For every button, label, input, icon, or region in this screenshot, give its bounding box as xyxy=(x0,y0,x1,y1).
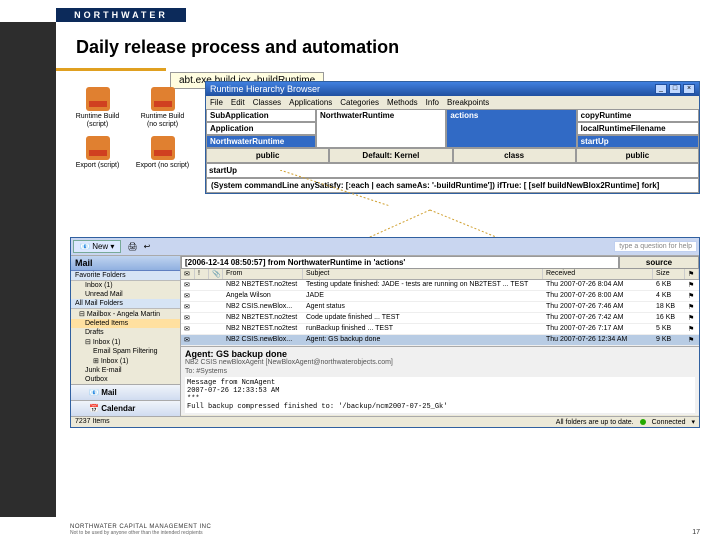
preview-body: Message from NcmAgent 2007-07-26 12:33:5… xyxy=(185,377,695,413)
folder-spam[interactable]: Email Spam Filtering xyxy=(71,347,180,356)
menu-edit[interactable]: Edit xyxy=(231,98,245,107)
footer-disclaimer: Not to be used by anyone other than the … xyxy=(70,530,211,536)
mailbox-root[interactable]: ⊟ Mailbox - Angela Martin xyxy=(71,309,180,319)
scope-public[interactable]: public xyxy=(206,148,329,163)
footer: NORTHWATER CAPITAL MANAGEMENT INC Not to… xyxy=(70,524,700,536)
status-bar: 7237 Items All folders are up to date. C… xyxy=(71,416,699,427)
col-icon[interactable]: ✉ xyxy=(181,269,195,279)
preview-from: NB2 CSIS newBloxAgent [NewBloxAgent@nort… xyxy=(185,359,695,366)
all-mail-header: All Mail Folders xyxy=(71,299,180,309)
nav-mail-button[interactable]: 📧 Mail xyxy=(71,384,180,400)
new-button[interactable]: 📧 New ▾ xyxy=(73,240,121,253)
code-content[interactable]: (System commandLine anySatisfy: [:each |… xyxy=(206,178,699,193)
icon-export-script[interactable]: Export (script) xyxy=(70,136,125,170)
menu-breakpoints[interactable]: Breakpoints xyxy=(447,98,489,107)
connection-icon xyxy=(640,419,646,425)
col-flag[interactable]: ⚑ xyxy=(685,269,699,279)
scope-default[interactable]: Default: Kernel xyxy=(329,148,452,163)
title-band: Daily release process and automation xyxy=(56,22,720,72)
help-search[interactable]: type a question for help xyxy=(614,241,697,252)
app-icon xyxy=(151,136,175,160)
subapp-item[interactable]: Application xyxy=(206,122,316,135)
dark-sidebar xyxy=(0,22,56,517)
category-col-selected[interactable]: actions xyxy=(446,109,576,148)
col-size[interactable]: Size xyxy=(653,269,685,279)
icon-runtime-build-noscript[interactable]: Runtime Build (no script) xyxy=(135,87,190,128)
brand-header: NORTHWATER xyxy=(56,8,186,22)
scope-class[interactable]: class xyxy=(453,148,576,163)
close-icon[interactable]: × xyxy=(683,84,695,94)
app-icon xyxy=(86,136,110,160)
app-icon xyxy=(86,87,110,111)
message-row[interactable]: ✉Angela WilsonJADEThu 2007-07-26 8:00 AM… xyxy=(181,291,699,302)
preview-to: To: #Systems xyxy=(185,368,695,375)
message-row[interactable]: ✉NB2 CSIS.newBlox...Agent statusThu 2007… xyxy=(181,302,699,313)
slide-title: Daily release process and automation xyxy=(76,37,399,58)
outlook-toolbar: 📧 New ▾ 🖨 ↩ type a question for help xyxy=(71,238,699,256)
icon-runtime-build-script[interactable]: Runtime Build (script) xyxy=(70,87,125,128)
message-row[interactable]: ✉NB2 NB2TEST.no2testTesting update finis… xyxy=(181,280,699,291)
col-attach[interactable]: 📎 xyxy=(209,269,223,279)
method-item-selected[interactable]: startUp xyxy=(577,135,699,148)
message-row[interactable]: ✉NB2 CSIS.newBlox...Agent: GS backup don… xyxy=(181,335,699,346)
page-number: 17 xyxy=(692,529,700,536)
item-count: 7237 Items xyxy=(75,418,110,426)
message-row[interactable]: ✉NB2 NB2TEST.no2testrunBackup finished .… xyxy=(181,324,699,335)
source-path: [2006-12-14 08:50:57] from NorthwaterRun… xyxy=(181,256,619,269)
preview-pane: Agent: GS backup done NB2 CSIS newBloxAg… xyxy=(181,346,699,415)
folder-drafts[interactable]: Drafts xyxy=(71,328,180,337)
folder-outbox[interactable]: Outbox xyxy=(71,375,180,384)
hierarchy-browser-window: Runtime Hierarchy Browser _ □ × File Edi… xyxy=(205,81,700,194)
reply-icon[interactable]: ↩ xyxy=(144,242,151,251)
subapp-item-selected[interactable]: NorthwaterRuntime xyxy=(206,135,316,148)
icon-export-noscript[interactable]: Export (no script) xyxy=(135,136,190,170)
window-titlebar[interactable]: Runtime Hierarchy Browser _ □ × xyxy=(206,82,699,96)
message-list: [2006-12-14 08:50:57] from NorthwaterRun… xyxy=(181,256,699,416)
method-item[interactable]: copyRuntime xyxy=(577,109,699,122)
favorite-folders-header: Favorite Folders xyxy=(71,271,180,281)
menu-file[interactable]: File xyxy=(210,98,223,107)
fav-inbox[interactable]: Inbox (1) xyxy=(71,281,180,290)
method-item[interactable]: localRuntimeFilename xyxy=(577,122,699,135)
menu-applications[interactable]: Applications xyxy=(289,98,332,107)
column-headers: ✉ ! 📎 From Subject Received Size ⚑ xyxy=(181,269,699,280)
chevron-down-icon[interactable]: ▾ xyxy=(691,418,695,426)
accent-line xyxy=(56,68,166,71)
sync-status: All folders are up to date. xyxy=(556,419,634,426)
menu-methods[interactable]: Methods xyxy=(387,98,418,107)
class-col[interactable]: NorthwaterRuntime xyxy=(316,109,446,148)
folder-deleted[interactable]: Deleted Items xyxy=(71,319,180,328)
folder-inbox[interactable]: ⊟ Inbox (1) xyxy=(71,337,180,347)
outlook-window: 📧 New ▾ 🖨 ↩ type a question for help Mai… xyxy=(70,237,700,428)
menu-classes[interactable]: Classes xyxy=(253,98,281,107)
desktop-icons: Runtime Build (script) Runtime Build (no… xyxy=(70,87,200,178)
scope-public2[interactable]: public xyxy=(576,148,699,163)
mail-header: Mail xyxy=(71,256,180,271)
print-icon[interactable]: 🖨 xyxy=(127,242,137,251)
maximize-icon[interactable]: □ xyxy=(669,84,681,94)
app-icon xyxy=(151,87,175,111)
message-row[interactable]: ✉NB2 NB2TEST.no2testCode update finished… xyxy=(181,313,699,324)
fav-unread[interactable]: Unread Mail xyxy=(71,290,180,299)
col-received[interactable]: Received xyxy=(543,269,653,279)
menu-info[interactable]: Info xyxy=(426,98,439,107)
window-title: Runtime Hierarchy Browser xyxy=(210,84,320,94)
nav-calendar-button[interactable]: 📅 Calendar xyxy=(71,400,180,416)
method-name: startUp xyxy=(206,163,699,178)
minimize-icon[interactable]: _ xyxy=(655,84,667,94)
source-label: source xyxy=(619,256,699,269)
col-subject[interactable]: Subject xyxy=(303,269,543,279)
col-from[interactable]: From xyxy=(223,269,303,279)
connection-status: Connected xyxy=(652,419,686,426)
subapp-header: SubApplication xyxy=(206,109,316,122)
folder-junk[interactable]: Junk E-mail xyxy=(71,366,180,375)
menu-categories[interactable]: Categories xyxy=(340,98,379,107)
outlook-nav: Mail Favorite Folders Inbox (1) Unread M… xyxy=(71,256,181,416)
preview-subject: Agent: GS backup done xyxy=(185,349,695,359)
col-importance[interactable]: ! xyxy=(195,269,209,279)
menu-bar: File Edit Classes Applications Categorie… xyxy=(206,96,699,109)
folder-inbox2[interactable]: ⊞ Inbox (1) xyxy=(71,356,180,366)
